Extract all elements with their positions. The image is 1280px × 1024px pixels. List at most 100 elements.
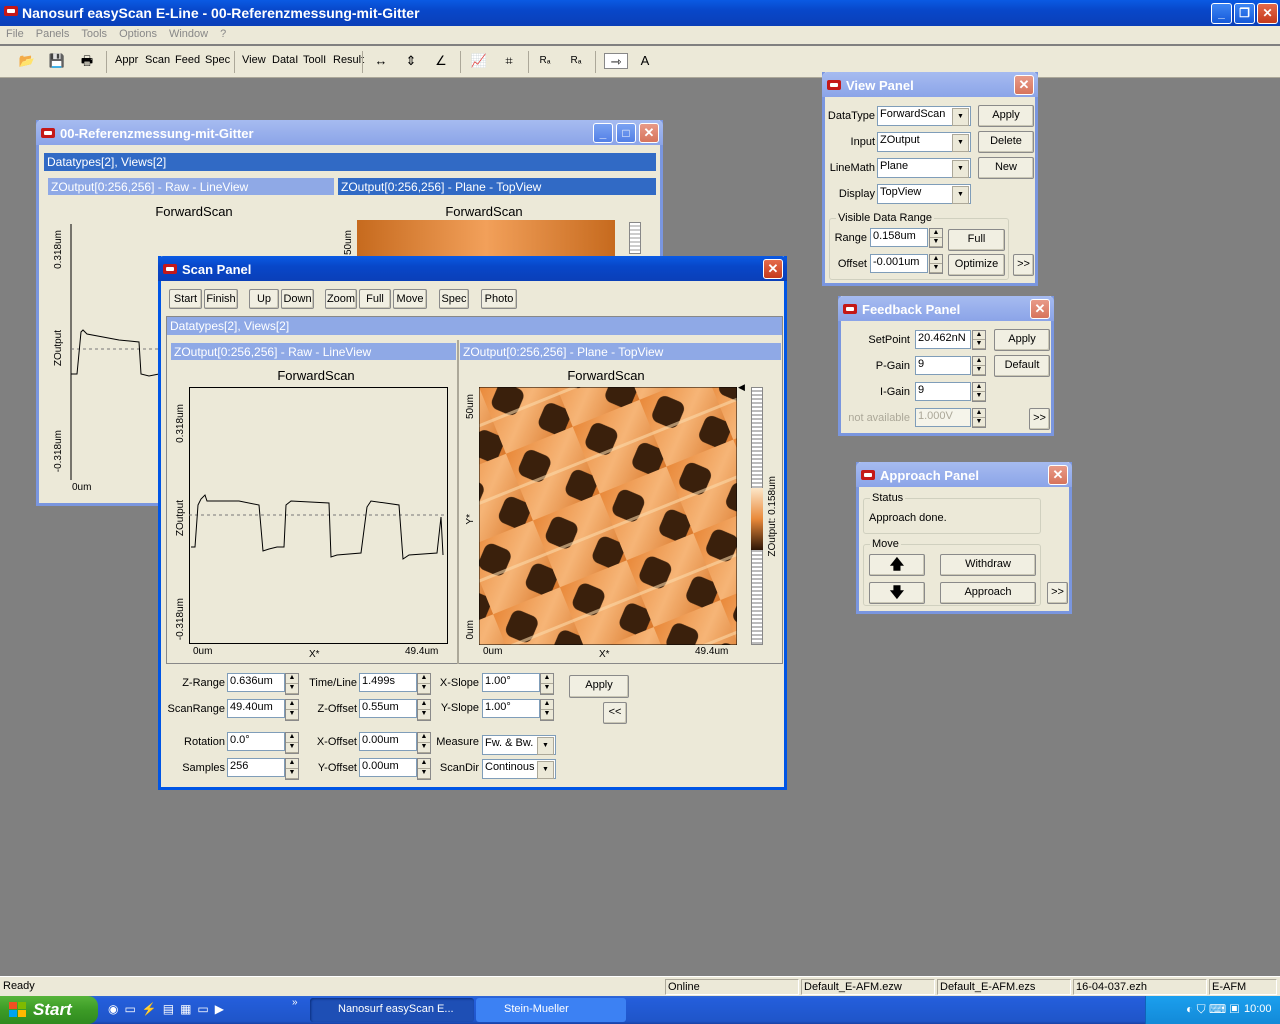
- scan-apply-button[interactable]: Apply: [569, 675, 629, 698]
- scan-move-button[interactable]: Move: [393, 289, 427, 309]
- approach-button[interactable]: Approach: [940, 582, 1036, 604]
- yslope-spinner[interactable]: ▲ ▼: [540, 699, 554, 721]
- view-panel-close-button[interactable]: ✕: [1014, 75, 1034, 95]
- feedback-default-button[interactable]: Default: [994, 355, 1050, 377]
- menu-panels[interactable]: Panels: [30, 26, 76, 40]
- pointer-tool-icon[interactable]: ⇾: [604, 53, 628, 69]
- print-icon[interactable]: 🖶: [78, 53, 96, 69]
- pgain-input[interactable]: 9: [915, 356, 971, 375]
- quick-launch-icons[interactable]: ◉▭⚡▤▦▭▶: [108, 1002, 230, 1016]
- menu-help[interactable]: ?: [214, 26, 232, 40]
- crop-icon[interactable]: ⌗: [500, 53, 518, 69]
- toolbar-scan[interactable]: Scan: [145, 54, 170, 66]
- yoffset-spinner[interactable]: ▲ ▼: [417, 758, 431, 780]
- offset-spinner[interactable]: ▲ ▼: [929, 254, 943, 274]
- scan-up-button[interactable]: Up: [249, 289, 279, 309]
- feedback-more-button[interactable]: >>: [1029, 408, 1050, 430]
- measure-height-icon[interactable]: ⇕: [402, 53, 420, 69]
- text-tool-icon[interactable]: A: [636, 53, 654, 69]
- zrange-spinner[interactable]: ▲ ▼: [285, 673, 299, 695]
- input-select[interactable]: ZOutput: [877, 132, 971, 152]
- setpoint-input[interactable]: 20.462nN: [915, 330, 971, 349]
- xslope-input[interactable]: 1.00°: [482, 673, 540, 692]
- timeline-input[interactable]: 1.499s: [359, 673, 417, 692]
- toolbar-feed[interactable]: Feed: [175, 54, 200, 66]
- toolbar-datai[interactable]: DataI: [272, 54, 298, 66]
- datatype-select[interactable]: ForwardScan: [877, 106, 971, 126]
- view-new-button[interactable]: New: [978, 157, 1034, 179]
- scan-full-button[interactable]: Full: [359, 289, 391, 309]
- restore-button[interactable]: ❐: [1234, 3, 1255, 24]
- toolbar-result[interactable]: Result: [333, 54, 364, 66]
- feedback-apply-button[interactable]: Apply: [994, 329, 1050, 351]
- menu-options[interactable]: Options: [113, 26, 163, 40]
- scan-zoom-button[interactable]: Zoom: [325, 289, 357, 309]
- scan-panel-close-button[interactable]: ✕: [763, 259, 783, 279]
- line-plot-icon[interactable]: 📈: [470, 53, 488, 69]
- display-select[interactable]: TopView: [877, 184, 971, 204]
- roughness-ra-icon[interactable]: Rₐ: [536, 53, 554, 69]
- xslope-spinner[interactable]: ▲ ▼: [540, 673, 554, 695]
- xoffset-input[interactable]: 0.00um: [359, 732, 417, 751]
- yoffset-input[interactable]: 0.00um: [359, 758, 417, 777]
- scan-spec-button[interactable]: Spec: [439, 289, 469, 309]
- igain-spinner[interactable]: ▲ ▼: [972, 382, 986, 402]
- range-full-button[interactable]: Full: [948, 229, 1005, 251]
- scandir-select[interactable]: Continous: [482, 759, 556, 779]
- zoffset-input[interactable]: 0.55um: [359, 699, 417, 718]
- samples-spinner[interactable]: ▲ ▼: [285, 758, 299, 780]
- quick-launch-overflow-icon[interactable]: »: [292, 997, 298, 1008]
- scan-finish-button[interactable]: Finish: [204, 289, 238, 309]
- xoffset-spinner[interactable]: ▲ ▼: [417, 732, 431, 754]
- offset-input[interactable]: -0.001um: [870, 254, 928, 273]
- toolbar-tooli[interactable]: ToolI: [303, 54, 326, 66]
- pgain-spinner[interactable]: ▲ ▼: [972, 356, 986, 376]
- colorscale-pointer-icon[interactable]: ◀: [738, 382, 745, 393]
- approach-close-button[interactable]: ✕: [1048, 465, 1068, 485]
- save-icon[interactable]: 💾: [48, 53, 66, 69]
- measure-distance-icon[interactable]: ↔: [372, 53, 390, 69]
- menu-window[interactable]: Window: [163, 26, 214, 40]
- doc-minimize-button[interactable]: _: [593, 123, 613, 143]
- view-apply-button[interactable]: Apply: [978, 105, 1034, 127]
- rotation-input[interactable]: 0.0°: [227, 732, 285, 751]
- feedback-close-button[interactable]: ✕: [1030, 299, 1050, 319]
- withdraw-button[interactable]: Withdraw: [940, 554, 1036, 576]
- taskbar-item-easyscan[interactable]: Nanosurf easyScan E...: [310, 998, 474, 1022]
- range-spinner[interactable]: ▲ ▼: [929, 228, 943, 248]
- open-folder-icon[interactable]: 📂: [18, 53, 36, 69]
- minimize-button[interactable]: _: [1211, 3, 1232, 24]
- roughness-area-icon[interactable]: Rₐ: [567, 53, 585, 69]
- taskbar-item-folder[interactable]: Stein-Mueller: [476, 998, 626, 1022]
- move-down-arrow-icon[interactable]: 🡇: [869, 582, 925, 604]
- measure-angle-icon[interactable]: ∠: [432, 53, 450, 69]
- toolbar-spec[interactable]: Spec: [205, 54, 230, 66]
- close-button[interactable]: ✕: [1257, 3, 1278, 24]
- zrange-input[interactable]: 0.636um: [227, 673, 285, 692]
- scan-start-button[interactable]: Start: [169, 289, 202, 309]
- scan-collapse-button[interactable]: <<: [603, 702, 627, 724]
- scan-down-button[interactable]: Down: [281, 289, 314, 309]
- menu-tools[interactable]: Tools: [75, 26, 113, 40]
- view-more-button[interactable]: >>: [1013, 254, 1034, 276]
- toolbar-view[interactable]: View: [242, 54, 266, 66]
- scanrange-spinner[interactable]: ▲ ▼: [285, 699, 299, 721]
- rotation-spinner[interactable]: ▲ ▼: [285, 732, 299, 754]
- move-up-arrow-icon[interactable]: 🡅: [869, 554, 925, 576]
- yslope-input[interactable]: 1.00°: [482, 699, 540, 718]
- start-button[interactable]: Start: [0, 996, 98, 1024]
- approach-more-button[interactable]: >>: [1047, 582, 1068, 604]
- samples-input[interactable]: 256: [227, 758, 285, 777]
- menu-file[interactable]: File: [0, 26, 30, 40]
- measure-select[interactable]: Fw. & Bw.: [482, 735, 556, 755]
- doc-close-button[interactable]: ✕: [639, 123, 659, 143]
- tray-icons[interactable]: ◐ ⛉ ⌨ ▣: [1186, 1002, 1239, 1017]
- range-input[interactable]: 0.158um: [870, 228, 928, 247]
- zoffset-spinner[interactable]: ▲ ▼: [417, 699, 431, 721]
- igain-input[interactable]: 9: [915, 382, 971, 401]
- doc-maximize-button[interactable]: □: [616, 123, 636, 143]
- range-optimize-button[interactable]: Optimize: [948, 254, 1005, 276]
- linemath-select[interactable]: Plane: [877, 158, 971, 178]
- scanrange-input[interactable]: 49.40um: [227, 699, 285, 718]
- timeline-spinner[interactable]: ▲ ▼: [417, 673, 431, 695]
